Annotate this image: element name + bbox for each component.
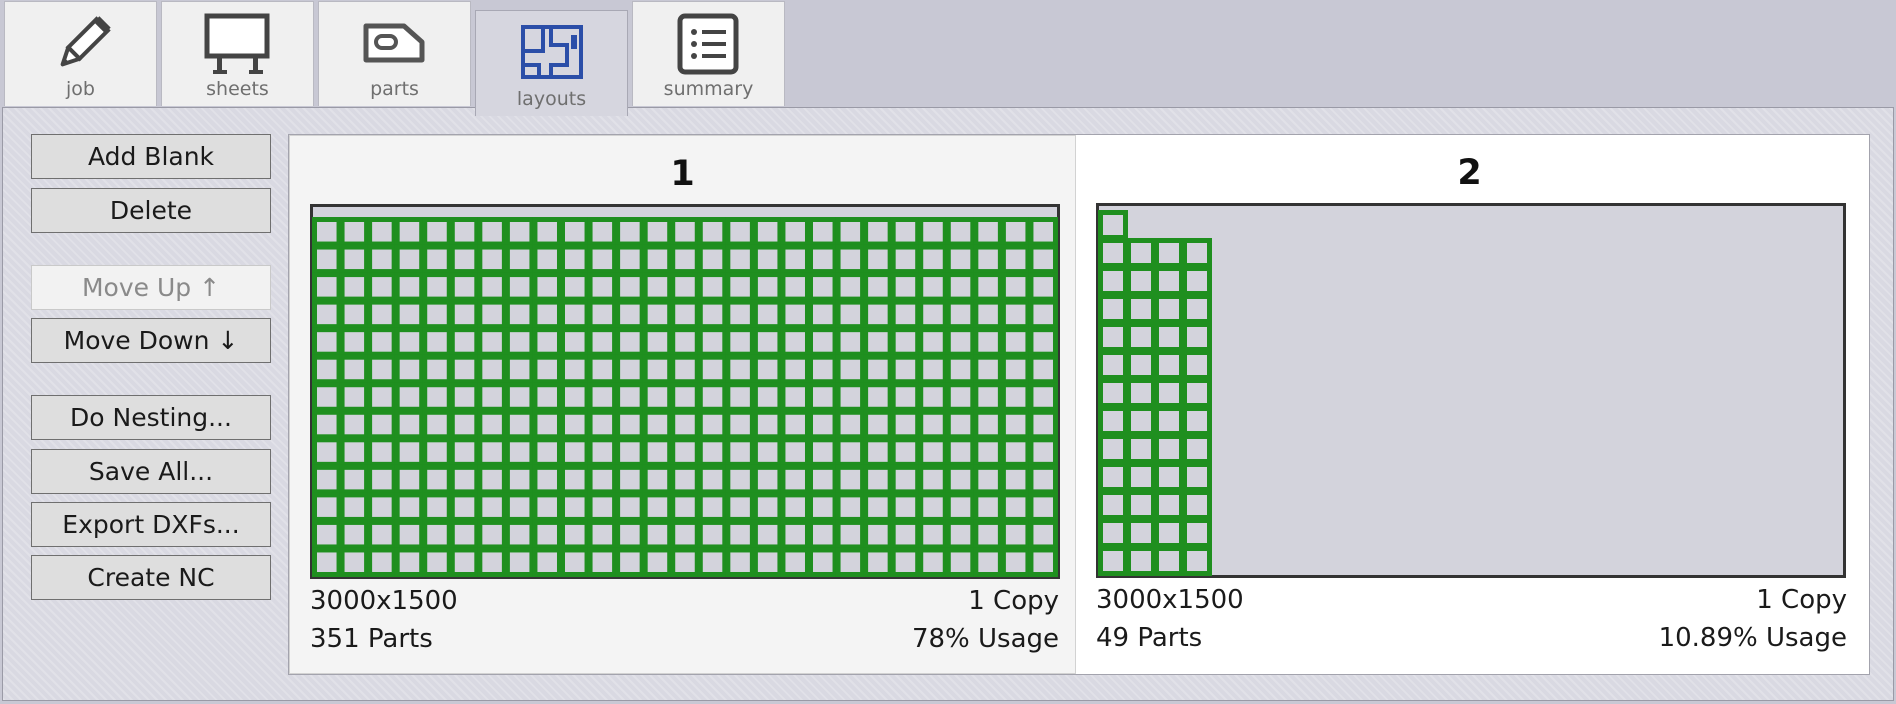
sheet-usage: 78% Usage [911, 624, 1059, 654]
copy-count: 1 Copy [968, 586, 1059, 616]
layout-number: 2 [1457, 153, 1482, 193]
sheet-size: 3000x1500 [1096, 585, 1244, 615]
tab-summary-label: summary [663, 78, 754, 100]
delete-button[interactable]: Delete [31, 188, 271, 233]
sheet-table-icon [162, 12, 313, 76]
part-count: 351 Parts [310, 624, 433, 654]
layout-list: 1 3000x1500 1 Copy 351 Parts 78% Usage 2… [288, 134, 1870, 675]
tab-sheets[interactable]: sheets [161, 1, 314, 106]
list-icon [633, 12, 784, 76]
layout-number: 1 [670, 154, 695, 194]
sheet-preview [310, 204, 1060, 579]
move-down-button[interactable]: Move Down ↓ [31, 318, 271, 363]
create-nc-button[interactable]: Create NC [31, 555, 271, 600]
add-blank-button[interactable]: Add Blank [31, 134, 271, 179]
layouts-icon [476, 21, 627, 85]
tab-parts-label: parts [370, 78, 419, 100]
sheet-usage: 10.89% Usage [1658, 623, 1847, 653]
main-tab-bar: job sheets parts layouts summary [0, 0, 1896, 116]
sheet-preview [1096, 203, 1846, 578]
save-all-button[interactable]: Save All... [31, 449, 271, 494]
layouts-panel: Add Blank Delete Move Up ↑ Move Down ↓ D… [2, 107, 1894, 701]
sheet-size: 3000x1500 [310, 586, 458, 616]
tab-job-label: job [66, 78, 95, 100]
tab-job[interactable]: job [4, 1, 157, 106]
part-count: 49 Parts [1096, 623, 1203, 653]
pencil-icon [5, 12, 156, 76]
copy-count: 1 Copy [1756, 585, 1847, 615]
layout-card-2[interactable]: 2 3000x1500 1 Copy 49 Parts 10.89% Usage [1076, 135, 1863, 674]
part-shape-icon [319, 12, 470, 76]
tab-layouts[interactable]: layouts [475, 10, 628, 116]
tab-summary[interactable]: summary [632, 1, 785, 106]
export-dxfs-button[interactable]: Export DXFs... [31, 502, 271, 547]
do-nesting-button[interactable]: Do Nesting... [31, 395, 271, 440]
tab-parts[interactable]: parts [318, 1, 471, 106]
layout-card-1[interactable]: 1 3000x1500 1 Copy 351 Parts 78% Usage [289, 135, 1076, 674]
tab-sheets-label: sheets [206, 78, 269, 100]
tab-layouts-label: layouts [516, 88, 587, 110]
move-up-button[interactable]: Move Up ↑ [31, 265, 271, 310]
